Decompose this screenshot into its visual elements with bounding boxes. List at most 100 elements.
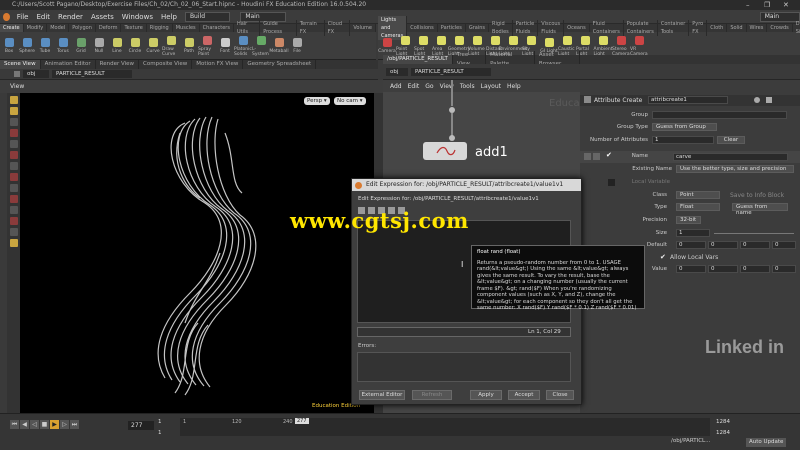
shelf-tab-particle-fluids[interactable]: Particle Fluids (513, 20, 539, 36)
shelf-tab-drive-simulation[interactable]: Drive Simulation (793, 20, 800, 36)
shelf-tab-characters[interactable]: Characters (200, 24, 234, 32)
close-window-button[interactable]: ✕ (783, 0, 789, 10)
shelf-tab-cloth[interactable]: Cloth (707, 24, 728, 32)
default-field-3[interactable]: 0 (740, 241, 770, 249)
back-arrow-icon[interactable] (14, 71, 20, 77)
shelf-tab-viscous-fluids[interactable]: Viscous Fluids (538, 20, 565, 36)
menu-render[interactable]: Render (54, 13, 87, 21)
auto-update-menu[interactable]: Auto Update (746, 438, 787, 447)
guess-name-menu[interactable]: Guess from name (732, 203, 788, 216)
shelf-tab-texture[interactable]: Texture (121, 24, 147, 32)
group-field[interactable] (652, 111, 787, 119)
start-frame-field-2[interactable]: 1 (158, 430, 162, 436)
menu-windows[interactable]: Windows (118, 13, 157, 21)
value-field-2[interactable]: 0 (708, 265, 738, 273)
rotate-tool-icon[interactable] (9, 140, 18, 148)
stop-icon[interactable]: ■ (40, 420, 49, 429)
shelf-tab-polygon[interactable]: Polygon (69, 24, 96, 32)
shelf-tool-metaball[interactable]: Metaball (269, 38, 289, 54)
network-menu-layout[interactable]: Layout (478, 83, 504, 90)
node-name-field[interactable]: attribcreate1 (648, 96, 728, 104)
value-field-3[interactable]: 0 (740, 265, 770, 273)
type-menu[interactable]: Float (676, 203, 720, 211)
timeline-ruler[interactable]: 1 120 240 277 (180, 418, 710, 436)
shelf-tab-grains[interactable]: Grains (466, 24, 490, 32)
shelf-tool-null[interactable]: Null (90, 38, 108, 54)
shelf-tab-deform[interactable]: Deform (96, 24, 122, 32)
shelf-tab-modify[interactable]: Modify (24, 24, 48, 32)
value-field-1[interactable]: 0 (676, 265, 706, 273)
shelf-tab-solid[interactable]: Solid (727, 24, 747, 32)
shelf-tool-curve[interactable]: Curve (144, 38, 162, 54)
path-node[interactable]: PARTICLE_RESULT (52, 70, 132, 78)
network-menu-view[interactable]: View (437, 83, 457, 90)
menu-assets[interactable]: Assets (87, 13, 118, 21)
shelf-tool-platonic-solids[interactable]: Platonic Solids (234, 35, 252, 57)
tab-composite-view[interactable]: Composite View (139, 60, 193, 69)
tab-geometry-spreadsheet[interactable]: Geometry Spreadsheet (243, 60, 317, 69)
shelf-tool-point-light[interactable]: Point Light (396, 35, 414, 57)
network-menu-help[interactable]: Help (504, 83, 524, 90)
select-tool-icon[interactable] (9, 96, 18, 104)
value-field-4[interactable]: 0 (772, 265, 796, 273)
class-menu[interactable]: Point (676, 191, 720, 199)
tab-render-view[interactable]: Render View (96, 60, 140, 69)
start-frame-field[interactable]: 1 (158, 419, 162, 425)
shelf-tool-file[interactable]: File (288, 38, 306, 54)
accept-button[interactable]: Accept (508, 390, 540, 400)
num-attrs-field[interactable]: 1 (652, 136, 714, 144)
shelf-tab-muscles[interactable]: Muscles (173, 24, 200, 32)
tab-motion-fx-view[interactable]: Motion FX View (192, 60, 244, 69)
shelf-tab-pyro-fx[interactable]: Pyro FX (689, 20, 708, 36)
end-frame-field[interactable]: 1284 (716, 419, 730, 425)
view-tool-icon[interactable] (9, 173, 18, 181)
external-editor-button[interactable]: External Editor (359, 390, 405, 400)
end-frame-field-2[interactable]: 1284 (716, 430, 730, 436)
shelf-tool-stereo-camera[interactable]: Stereo Camera (612, 35, 630, 57)
shelf-tab-guide-process[interactable]: Guide Process (260, 20, 297, 36)
allow-local-check-icon[interactable]: ✔ (660, 253, 666, 261)
help-icon[interactable] (766, 97, 772, 103)
shelf-tool-grid[interactable]: Grid (72, 38, 90, 54)
shelf-tab-populate-containers[interactable]: Populate Containers (624, 20, 658, 36)
shelf-tab-particles[interactable]: Particles (438, 24, 466, 32)
gear-icon[interactable] (754, 97, 760, 103)
visibility-tool-icon[interactable] (9, 239, 18, 247)
step-back-icon[interactable]: ◀ (20, 420, 29, 429)
shelf-tab-model[interactable]: Model (47, 24, 70, 32)
shelf-tool-box[interactable]: Box (0, 38, 18, 54)
default-field-4[interactable]: 0 (772, 241, 796, 249)
playhead-marker[interactable]: 277 (295, 418, 309, 424)
shelf-tab-cloud-fx[interactable]: Cloud FX (325, 20, 351, 36)
jump-start-icon[interactable]: ⏮ (10, 420, 19, 429)
menu-file[interactable]: File (13, 13, 33, 21)
default-field-2[interactable]: 0 (708, 241, 738, 249)
shelf-tab-crowds[interactable]: Crowds (767, 24, 793, 32)
tab-obj-particle-result[interactable]: /obj/PARTICLE_RESULT (383, 55, 453, 64)
snap-tool-icon[interactable] (9, 184, 18, 192)
shelf-tab-oceans[interactable]: Oceans (564, 24, 590, 32)
add1-node[interactable] (423, 142, 467, 160)
shelf-tab-container-tools[interactable]: Container Tools (658, 20, 690, 36)
shelf-tab-hair-utils[interactable]: Hair Utils (234, 20, 261, 36)
step-forward-icon[interactable]: ▷ (60, 420, 69, 429)
shelf-tool-circle[interactable]: Circle (126, 38, 144, 54)
current-frame-field[interactable]: 277 (128, 421, 154, 430)
shelf-tool-spot-light[interactable]: Spot Light (414, 35, 432, 57)
network-menu-go[interactable]: Go (422, 83, 436, 90)
refresh-button[interactable]: Refresh (412, 390, 452, 400)
size-slider[interactable] (714, 233, 794, 234)
menu-edit[interactable]: Edit (32, 13, 54, 21)
shelf-tool-draw-curve[interactable]: Draw Curve (162, 35, 180, 57)
shelf-tool-l-system[interactable]: L-System (252, 35, 270, 57)
shelf-tool-camera[interactable]: Camera (378, 38, 396, 54)
shelf-tab-rigging[interactable]: Rigging (147, 24, 173, 32)
shelf-tab-create[interactable]: Create (0, 24, 24, 32)
existing-name-menu[interactable]: Use the better type, size and precision (676, 165, 794, 173)
save-info-label[interactable]: Save to Info Block (730, 191, 784, 200)
transform-tool-icon[interactable] (9, 107, 18, 115)
minimize-button[interactable]: – (746, 0, 750, 10)
shelf-tab-rigid-bodies[interactable]: Rigid Bodies (489, 20, 513, 36)
brush-tool-icon[interactable] (9, 217, 18, 225)
scene-viewport[interactable]: Persp ▾ No cam ▾ Education Edition (20, 93, 374, 413)
